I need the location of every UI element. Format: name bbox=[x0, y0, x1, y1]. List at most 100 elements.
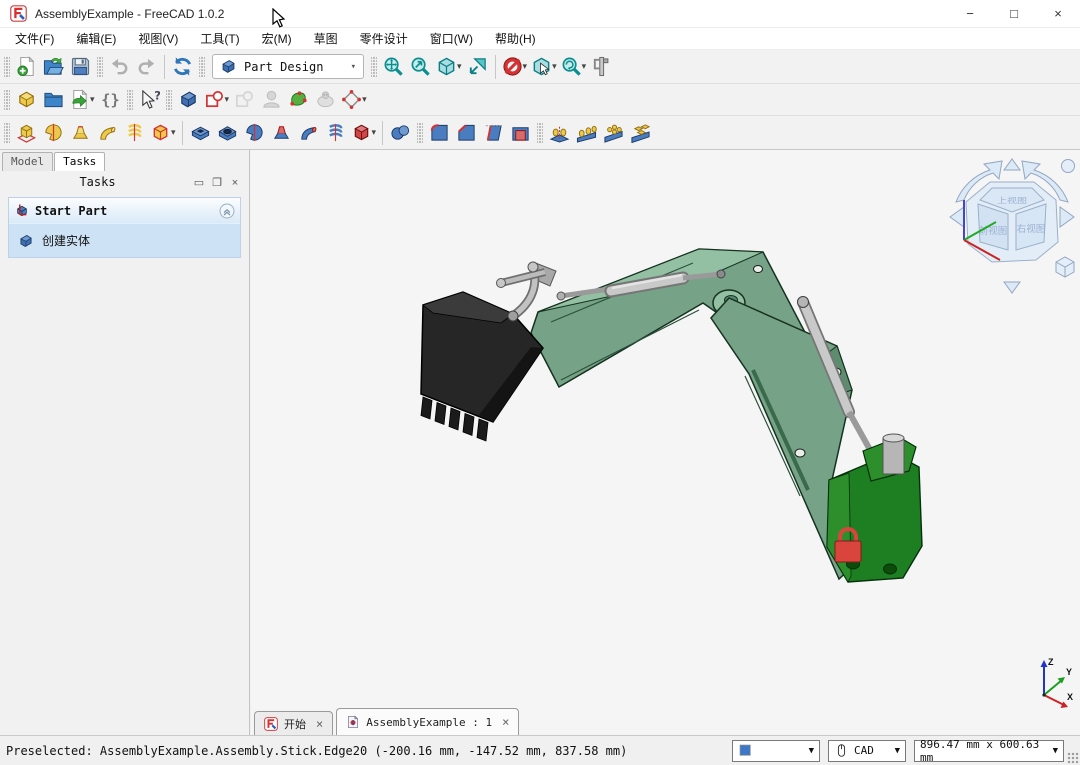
menu-windows[interactable]: 窗口(W) bbox=[419, 28, 484, 49]
open-folder-button[interactable] bbox=[40, 53, 67, 80]
refresh-button[interactable] bbox=[169, 53, 196, 80]
menu-edit[interactable]: 编辑(E) bbox=[65, 28, 127, 49]
dock-close-button[interactable]: × bbox=[227, 177, 243, 189]
revolution-button[interactable] bbox=[40, 119, 67, 146]
menu-sketch[interactable]: 草图 bbox=[303, 28, 349, 49]
close-window-button[interactable]: × bbox=[1036, 0, 1080, 27]
toolbar-grip[interactable] bbox=[537, 122, 543, 144]
additive-helix-button[interactable] bbox=[121, 119, 148, 146]
navcube-mini-cube-button[interactable] bbox=[1056, 257, 1074, 277]
map-sketch-button[interactable] bbox=[285, 86, 312, 113]
minimize-window-button[interactable]: − bbox=[948, 0, 992, 27]
toolbar-grip[interactable] bbox=[127, 89, 133, 111]
workbench-selector[interactable]: Part Design▾ bbox=[212, 54, 364, 79]
fillet-button[interactable] bbox=[426, 119, 453, 146]
draft-button[interactable] bbox=[480, 119, 507, 146]
boolean-button[interactable] bbox=[387, 119, 414, 146]
subtractive-primitive-button[interactable]: ▾ bbox=[349, 119, 379, 146]
start-part-header[interactable]: Start Part bbox=[9, 198, 240, 223]
hole-button[interactable] bbox=[214, 119, 241, 146]
fit-selection-button[interactable] bbox=[407, 53, 434, 80]
chamfer-button[interactable] bbox=[453, 119, 480, 146]
menu-view[interactable]: 视图(V) bbox=[127, 28, 189, 49]
navcube-circle-button[interactable] bbox=[1062, 160, 1075, 173]
carbon-copy-button[interactable] bbox=[312, 86, 339, 113]
navcube-right-label: 右视图 bbox=[1017, 223, 1046, 235]
axis-indicator: Z Y X bbox=[1028, 655, 1074, 711]
subtractive-pipe-button[interactable] bbox=[295, 119, 322, 146]
part-button[interactable] bbox=[13, 86, 40, 113]
axo-cube-button[interactable]: ▾ bbox=[434, 53, 464, 80]
blue-swatch-icon bbox=[738, 743, 753, 758]
varset-button[interactable]: {} bbox=[97, 86, 124, 113]
sketch-button[interactable]: ▾ bbox=[202, 86, 232, 113]
pad-button[interactable] bbox=[13, 119, 40, 146]
subtractive-loft-button[interactable] bbox=[268, 119, 295, 146]
polar-pattern-button[interactable] bbox=[600, 119, 627, 146]
draw-style-button[interactable]: ▾ bbox=[500, 53, 530, 80]
resize-grip[interactable] bbox=[1067, 752, 1079, 764]
toolbar-grip[interactable] bbox=[371, 56, 377, 78]
fit-all-button[interactable] bbox=[380, 53, 407, 80]
additive-loft-button[interactable] bbox=[67, 119, 94, 146]
subtractive-helix-button[interactable] bbox=[322, 119, 349, 146]
close-tab-icon[interactable]: × bbox=[316, 717, 323, 731]
navigation-combo[interactable]: CAD▼ bbox=[828, 740, 906, 762]
mirrored-button[interactable] bbox=[546, 119, 573, 146]
menu-part-design[interactable]: 零件设计 bbox=[349, 28, 419, 49]
groove-button[interactable] bbox=[241, 119, 268, 146]
group-button[interactable] bbox=[40, 86, 67, 113]
close-tab-icon[interactable]: × bbox=[502, 715, 509, 729]
menu-tools[interactable]: 工具(T) bbox=[189, 28, 250, 49]
multitransform-button[interactable] bbox=[627, 119, 654, 146]
dock-minimize-button[interactable]: ▭ bbox=[191, 176, 207, 189]
validate-sketch-button[interactable] bbox=[258, 86, 285, 113]
menu-help[interactable]: 帮助(H) bbox=[484, 28, 547, 49]
save-button[interactable] bbox=[67, 53, 94, 80]
new-file-button[interactable] bbox=[13, 53, 40, 80]
3d-viewport[interactable]: 上视图 前视图 右视图 Z Y X 开始×AssemblyExample : 1… bbox=[251, 150, 1080, 735]
panel-tab-model[interactable]: Model bbox=[2, 152, 53, 171]
document-tab-document[interactable]: AssemblyExample : 1× bbox=[336, 708, 519, 735]
zoom-rot-button[interactable]: ▾ bbox=[559, 53, 589, 80]
body-button[interactable] bbox=[175, 86, 202, 113]
linear-pattern-button[interactable] bbox=[573, 119, 600, 146]
toolbar-grip[interactable] bbox=[417, 122, 423, 144]
toolbar-grip[interactable] bbox=[4, 89, 10, 111]
dock-float-button[interactable]: ❐ bbox=[209, 176, 225, 189]
edit-sketch-button[interactable] bbox=[231, 86, 258, 113]
sync-view-button[interactable] bbox=[464, 53, 491, 80]
combo-view-panel: ModelTasks Tasks ▭❐× Start Part 创建实体 bbox=[0, 150, 250, 735]
redo-button[interactable] bbox=[133, 53, 160, 80]
maximize-window-button[interactable]: □ bbox=[992, 0, 1036, 27]
datum-button[interactable]: ▾ bbox=[339, 86, 369, 113]
toolbar-grip[interactable] bbox=[4, 56, 10, 78]
link-button[interactable]: ▾ bbox=[67, 86, 97, 113]
bucket[interactable] bbox=[421, 292, 543, 441]
dimension-combo[interactable]: 896.47 mm x 600.63 mm▼ bbox=[914, 740, 1064, 762]
toolbar-grip[interactable] bbox=[166, 89, 172, 111]
create-body-task-item[interactable]: 创建实体 bbox=[9, 223, 240, 257]
toolbar-grip[interactable] bbox=[4, 122, 10, 144]
additive-primitive-button[interactable]: ▾ bbox=[148, 119, 178, 146]
style-combo[interactable]: ▼ bbox=[732, 740, 820, 762]
navigation-cube[interactable]: 上视图 前视图 右视图 bbox=[944, 156, 1080, 296]
toolbar-grip[interactable] bbox=[97, 56, 103, 78]
pocket-button[interactable] bbox=[187, 119, 214, 146]
status-combos: ▼ CAD▼ 896.47 mm x 600.63 mm▼ bbox=[732, 740, 1064, 762]
toolbar-grip[interactable] bbox=[199, 56, 205, 78]
navcube-cube[interactable]: 上视图 前视图 右视图 bbox=[966, 182, 1058, 262]
document-tab-start[interactable]: 开始× bbox=[254, 711, 333, 735]
window-title: AssemblyExample - FreeCAD 1.0.2 bbox=[35, 7, 224, 21]
pad-icon bbox=[16, 122, 37, 143]
collapse-section-button[interactable] bbox=[219, 203, 235, 219]
menu-file[interactable]: 文件(F) bbox=[4, 28, 65, 49]
additive-pipe-button[interactable] bbox=[94, 119, 121, 146]
sel-cube-button[interactable]: ▾ bbox=[529, 53, 559, 80]
measure-button[interactable] bbox=[588, 53, 615, 80]
panel-tab-tasks[interactable]: Tasks bbox=[54, 152, 105, 171]
thickness-button[interactable] bbox=[507, 119, 534, 146]
whatsthis-button[interactable]: ? bbox=[136, 86, 163, 113]
window-controls: −□× bbox=[948, 0, 1080, 27]
undo-button[interactable] bbox=[106, 53, 133, 80]
